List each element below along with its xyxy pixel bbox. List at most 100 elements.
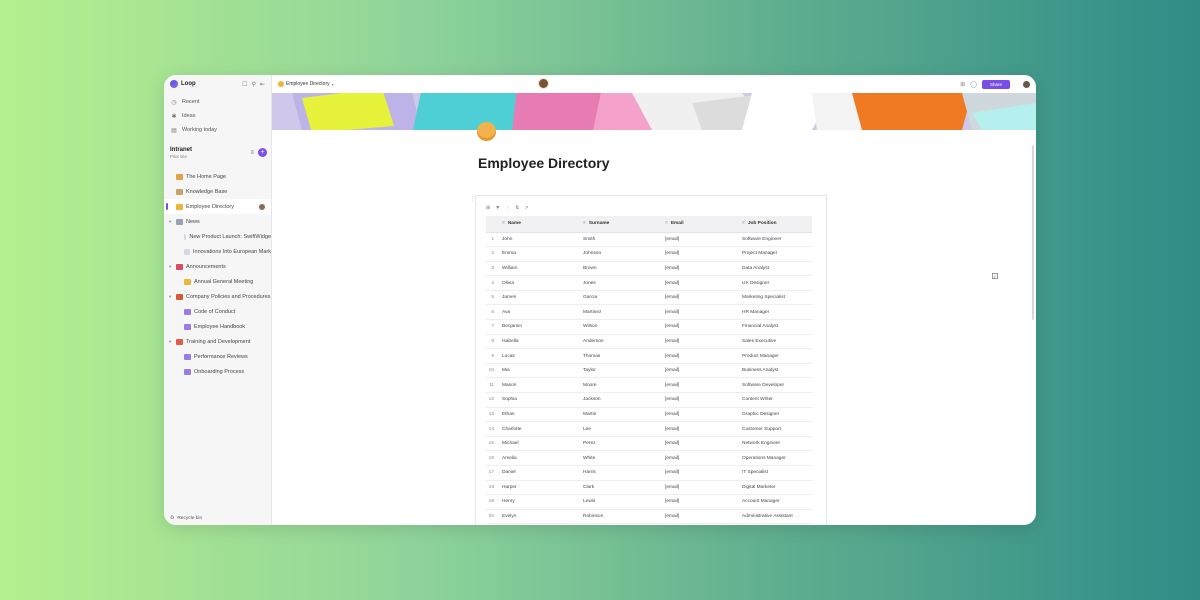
job-position-cell[interactable]: Operations Manager <box>738 450 812 466</box>
surname-cell[interactable]: Jones <box>579 275 661 291</box>
name-cell[interactable]: Ethan <box>498 407 579 423</box>
tree-group[interactable]: ▾ Training and Development <box>164 334 271 349</box>
link-icon[interactable]: ↗ <box>524 205 528 216</box>
column-header[interactable]: ≡ Email <box>661 216 738 233</box>
column-header[interactable]: ≡ Surname <box>579 216 661 233</box>
email-cell[interactable]: [email] <box>661 348 738 364</box>
page-scrollbar[interactable] <box>1032 145 1034 320</box>
email-cell[interactable]: [email] <box>661 436 738 452</box>
email-cell[interactable]: [email] <box>661 290 738 306</box>
more-options-icon[interactable]: ⋮ <box>505 205 510 216</box>
add-page-button[interactable]: + <box>258 148 267 157</box>
search-icon[interactable]: ⚲ <box>252 81 256 88</box>
surname-cell[interactable]: Robinson <box>579 509 661 525</box>
column-header[interactable]: ≡ Job Position <box>738 216 812 233</box>
surname-cell[interactable]: Lewis <box>579 494 661 510</box>
job-position-cell[interactable]: Marketing Specialist <box>738 290 812 306</box>
job-position-cell[interactable]: Account Manager <box>738 494 812 510</box>
job-position-cell[interactable]: Product Manager <box>738 348 812 364</box>
tree-page[interactable]: New Product Launch: SwiftWidge <box>164 229 271 244</box>
tree-group[interactable]: ▾ Company Policies and Procedures <box>164 289 271 304</box>
email-cell[interactable]: [email] <box>661 304 738 321</box>
name-cell[interactable]: William <box>498 261 579 277</box>
name-cell[interactable]: Sophia <box>498 392 579 408</box>
apps-grid-icon[interactable]: ⊞ <box>960 81 965 88</box>
chevron-down-icon[interactable]: ▾ <box>169 219 174 225</box>
tree-page[interactable]: Employee Directory <box>164 199 271 214</box>
surname-cell[interactable]: Smith <box>579 232 661 248</box>
recycle-bin-link[interactable]: ♻ Recycle bin <box>170 516 202 521</box>
surname-cell[interactable]: Perez <box>579 436 661 452</box>
surname-cell[interactable]: Wilson <box>579 319 661 335</box>
email-cell[interactable]: [email] <box>661 334 738 350</box>
tree-page[interactable]: Performance Reviews <box>164 349 271 364</box>
tree-group[interactable]: ▾ Announcements <box>164 259 271 274</box>
name-cell[interactable]: Evelyn <box>498 509 579 525</box>
job-position-cell[interactable]: Business Analyst <box>738 363 812 379</box>
job-position-cell[interactable]: Digital Marketer <box>738 480 812 496</box>
workspace-header[interactable]: Intranet Pilot site ≡ + <box>164 139 271 163</box>
surname-cell[interactable]: Clark <box>579 480 661 496</box>
job-position-cell[interactable]: Data Analyst <box>738 261 812 277</box>
sidebar-nav-item[interactable]: ✱ Ideas <box>170 109 265 123</box>
job-position-cell[interactable]: Sales Executive <box>738 334 812 350</box>
sidebar-nav-item[interactable]: ◷ Recent <box>170 95 265 109</box>
email-cell[interactable]: [email] <box>661 377 738 394</box>
email-cell[interactable]: [email] <box>661 392 738 408</box>
email-cell[interactable]: [email] <box>661 319 738 335</box>
email-cell[interactable]: [email] <box>661 261 738 277</box>
job-position-cell[interactable]: UX Designer <box>738 275 812 291</box>
surname-cell[interactable]: Taylor <box>579 363 661 379</box>
page-emoji-avatar-icon[interactable] <box>477 122 496 141</box>
job-position-cell[interactable]: Graphic Designer <box>738 407 812 423</box>
surname-cell[interactable]: Garcia <box>579 290 661 306</box>
name-cell[interactable]: Ava <box>498 304 579 321</box>
table-view-icon[interactable]: ⊞ <box>486 205 490 216</box>
job-position-cell[interactable]: Software Developer <box>738 377 812 394</box>
name-cell[interactable]: Lucas <box>498 348 579 364</box>
job-position-cell[interactable]: Financial Analyst <box>738 319 812 335</box>
tree-page[interactable]: Innovations Into European Mark <box>164 244 271 259</box>
surname-cell[interactable]: Anderson <box>579 334 661 350</box>
surname-cell[interactable]: Harris <box>579 465 661 481</box>
email-cell[interactable]: [email] <box>661 509 738 525</box>
column-header[interactable]: ≡ Name <box>498 216 579 233</box>
chevron-down-icon[interactable]: ▾ <box>169 264 174 270</box>
name-cell[interactable]: Henry <box>498 494 579 510</box>
tree-page[interactable]: Knowledge Base <box>164 184 271 199</box>
email-cell[interactable]: [email] <box>661 450 738 466</box>
sort-icon[interactable]: ≡ <box>250 150 254 156</box>
sidebar-nav-item[interactable]: ▤ Working today <box>170 123 265 137</box>
name-cell[interactable]: John <box>498 232 579 248</box>
job-position-cell[interactable]: Content Writer <box>738 392 812 408</box>
user-avatar[interactable] <box>1023 80 1030 88</box>
name-cell[interactable]: Mia <box>498 363 579 379</box>
surname-cell[interactable]: Jackson <box>579 392 661 408</box>
collaborator-avatar[interactable] <box>538 78 549 89</box>
job-position-cell[interactable]: Customer Support <box>738 421 812 437</box>
tree-page[interactable]: The Home Page <box>164 169 271 184</box>
email-cell[interactable]: [email] <box>661 363 738 379</box>
filter-icon[interactable]: ▼ <box>495 205 500 216</box>
tree-page[interactable]: Annual General Meeting <box>164 274 271 289</box>
name-cell[interactable]: James <box>498 290 579 306</box>
chevron-down-icon[interactable]: ▾ <box>332 82 334 87</box>
tree-page[interactable]: Employee Handbook <box>164 319 271 334</box>
email-cell[interactable]: [email] <box>661 275 738 291</box>
job-position-cell[interactable]: Project Manager <box>738 246 812 262</box>
chevron-down-icon[interactable]: ▾ <box>169 339 174 345</box>
surname-cell[interactable]: White <box>579 450 661 466</box>
email-cell[interactable]: [email] <box>661 246 738 262</box>
name-cell[interactable]: Benjamin <box>498 319 579 335</box>
surname-cell[interactable]: Johnson <box>579 246 661 262</box>
surname-cell[interactable]: Martin <box>579 407 661 423</box>
collapse-sidebar-icon[interactable]: ⇤ <box>260 81 265 88</box>
comments-icon[interactable]: ◯ <box>970 81 977 88</box>
job-position-cell[interactable]: Administrative Assistant <box>738 509 812 525</box>
job-position-cell[interactable]: HR Manager <box>738 304 812 321</box>
tree-page[interactable]: Code of Conduct <box>164 304 271 319</box>
surname-cell[interactable]: Moore <box>579 377 661 394</box>
email-cell[interactable]: [email] <box>661 465 738 481</box>
name-cell[interactable]: Mason <box>498 377 579 394</box>
name-cell[interactable]: Michael <box>498 436 579 452</box>
